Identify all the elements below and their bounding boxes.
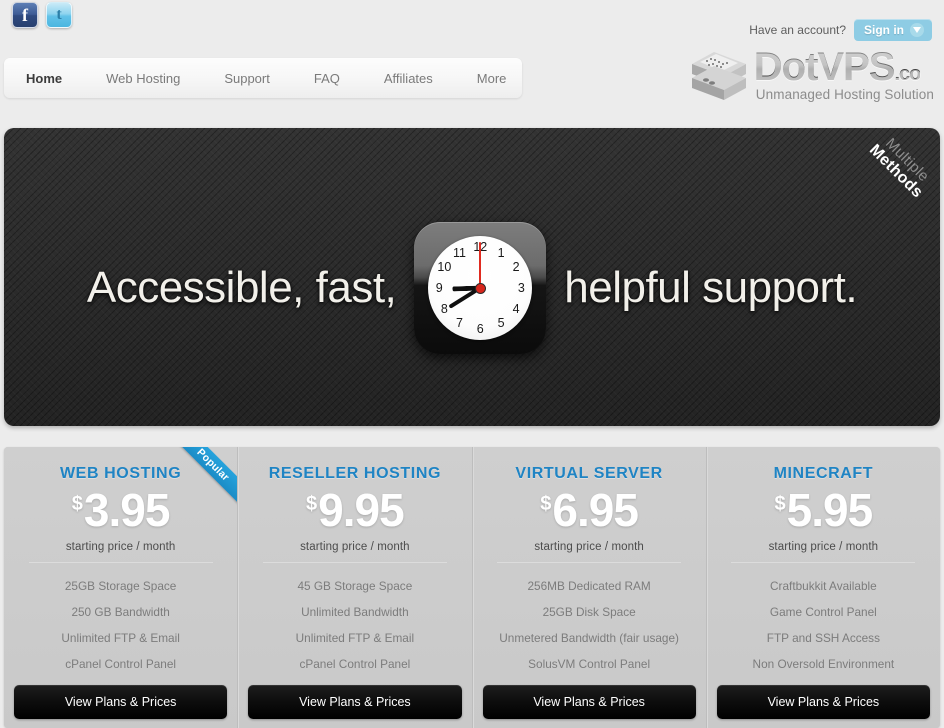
clock-number-7: 7 <box>455 316 463 331</box>
clock-number-11: 11 <box>452 245 466 260</box>
card-feature-list: 25GB Storage Space 250 GB Bandwidth Unli… <box>16 573 225 677</box>
card-title: MINECRAFT <box>773 465 874 482</box>
page-root: f t Have an account? Sign in Home Web Ho… <box>0 0 944 728</box>
hero-headline-left: Accessible, fast, <box>86 263 397 312</box>
list-item: Game Control Panel <box>769 605 877 619</box>
pricing-card-web-hosting: Popular WEB HOSTING $ 3.95 starting pric… <box>4 447 238 728</box>
nav-item-faq[interactable]: FAQ <box>292 71 362 86</box>
price-value: 6.95 <box>552 484 639 536</box>
clock-center-pin <box>474 282 486 294</box>
view-plans-button[interactable]: View Plans & Prices <box>14 685 228 719</box>
card-divider <box>28 562 213 563</box>
card-feature-list: 256MB Dedicated RAM 25GB Disk Space Unme… <box>485 573 694 677</box>
clock-number-5: 5 <box>497 316 505 331</box>
list-item: cPanel Control Panel <box>65 657 177 671</box>
price-note: starting price / month <box>534 541 644 553</box>
nav-item-affiliates[interactable]: Affiliates <box>362 71 455 86</box>
price-currency: $ <box>71 493 83 515</box>
account-prompt: Have an account? <box>749 23 846 37</box>
price-currency: $ <box>540 493 552 515</box>
pricing-card-minecraft: MINECRAFT $ 5.95 starting price / month … <box>705 447 940 728</box>
nav-item-more[interactable]: More <box>455 71 529 86</box>
clock-number-3: 3 <box>517 280 525 295</box>
card-price: $ 3.95 <box>71 484 171 536</box>
card-price: $ 9.95 <box>306 484 405 536</box>
list-item: Unlimited FTP & Email <box>61 631 180 645</box>
clock-number-6: 6 <box>476 321 484 336</box>
price-currency: $ <box>774 493 786 515</box>
clock-number-8: 8 <box>440 301 448 316</box>
social-links: f t <box>12 2 72 28</box>
list-item: 256MB Dedicated RAM <box>527 579 651 593</box>
list-item: 250 GB Bandwidth <box>71 605 170 619</box>
clock-second-hand <box>479 242 482 288</box>
nav-item-support[interactable]: Support <box>202 71 292 86</box>
logo-wordmark: DotVPS.co <box>753 45 922 89</box>
nav-item-home[interactable]: Home <box>4 71 84 86</box>
hero-banner: Accessible, fast, 12 1 2 3 4 5 6 7 8 9 1… <box>4 128 940 426</box>
card-title: WEB HOSTING <box>59 465 182 482</box>
clock-number-4: 4 <box>512 301 520 316</box>
card-price: $ 6.95 <box>540 484 639 536</box>
card-title: VIRTUAL SERVER <box>515 465 663 482</box>
account-bar: Have an account? Sign in <box>749 19 932 41</box>
card-divider <box>731 562 916 563</box>
view-plans-button[interactable]: View Plans & Prices <box>248 685 462 719</box>
sign-in-button[interactable]: Sign in <box>854 19 932 41</box>
list-item: FTP and SSH Access <box>766 631 880 645</box>
price-value: 9.95 <box>318 484 405 536</box>
hero-ribbon-line1: Multiple <box>882 134 933 186</box>
clock-icon: 12 1 2 3 4 5 6 7 8 9 10 11 <box>414 222 547 354</box>
list-item: Unlimited FTP & Email <box>295 631 415 645</box>
pricing-card-virtual-server: VIRTUAL SERVER $ 6.95 starting price / m… <box>471 447 706 728</box>
list-item: 25GB Disk Space <box>542 605 636 619</box>
hero-headline-right: helpful support. <box>564 263 858 312</box>
list-item: Unmetered Bandwidth (fair usage) <box>499 631 679 645</box>
list-item: 25GB Storage Space <box>64 579 177 593</box>
clock-face: 12 1 2 3 4 5 6 7 8 9 10 11 <box>428 236 533 340</box>
sign-in-label: Sign in <box>864 23 904 37</box>
list-item: SolusVM Control Panel <box>528 657 651 671</box>
price-note: starting price / month <box>768 541 879 553</box>
list-item: Non Oversold Environment <box>752 657 895 671</box>
twitter-glyph: t <box>56 6 62 23</box>
pricing-card-reseller-hosting: RESELLER HOSTING $ 9.95 starting price /… <box>237 447 472 728</box>
card-divider <box>262 562 447 563</box>
nav-item-web-hosting[interactable]: Web Hosting <box>84 71 202 86</box>
price-value: 3.95 <box>83 484 171 536</box>
clock-number-10: 10 <box>437 259 452 274</box>
list-item: Unlimited Bandwidth <box>301 605 409 619</box>
facebook-glyph: f <box>22 4 28 25</box>
server-stack-icon <box>691 52 746 100</box>
clock-number-1: 1 <box>497 245 505 260</box>
pricing-cards: Popular WEB HOSTING $ 3.95 starting pric… <box>4 447 940 728</box>
price-note: starting price / month <box>65 541 176 553</box>
card-title: RESELLER HOSTING <box>268 465 442 482</box>
clock-number-2: 2 <box>512 259 520 274</box>
card-feature-list: 45 GB Storage Space Unlimited Bandwidth … <box>250 573 459 677</box>
chevron-down-icon[interactable] <box>910 23 924 37</box>
logo-tagline: Unmanaged Hosting Solution <box>755 87 934 102</box>
view-plans-button[interactable]: View Plans & Prices <box>482 685 696 719</box>
clock-number-9: 9 <box>435 280 443 295</box>
twitter-icon[interactable]: t <box>46 2 72 28</box>
list-item: Craftbukkit Available <box>770 579 877 593</box>
view-plans-button[interactable]: View Plans & Prices <box>716 685 930 719</box>
facebook-icon[interactable]: f <box>12 2 38 28</box>
card-feature-list: Craftbukkit Available Game Control Panel… <box>719 573 928 677</box>
main-navigation: Home Web Hosting Support FAQ Affiliates … <box>4 58 522 98</box>
price-value: 5.95 <box>786 484 874 536</box>
list-item: cPanel Control Panel <box>299 657 411 671</box>
list-item: 45 GB Storage Space <box>297 579 413 593</box>
card-price: $ 5.95 <box>774 484 874 536</box>
logo-text: DotVPS.co Unmanaged Hosting Solution <box>753 45 934 102</box>
price-note: starting price / month <box>300 541 410 553</box>
card-divider <box>497 562 682 563</box>
site-logo[interactable]: DotVPS.co Unmanaged Hosting Solution <box>686 44 934 106</box>
price-currency: $ <box>306 493 318 515</box>
